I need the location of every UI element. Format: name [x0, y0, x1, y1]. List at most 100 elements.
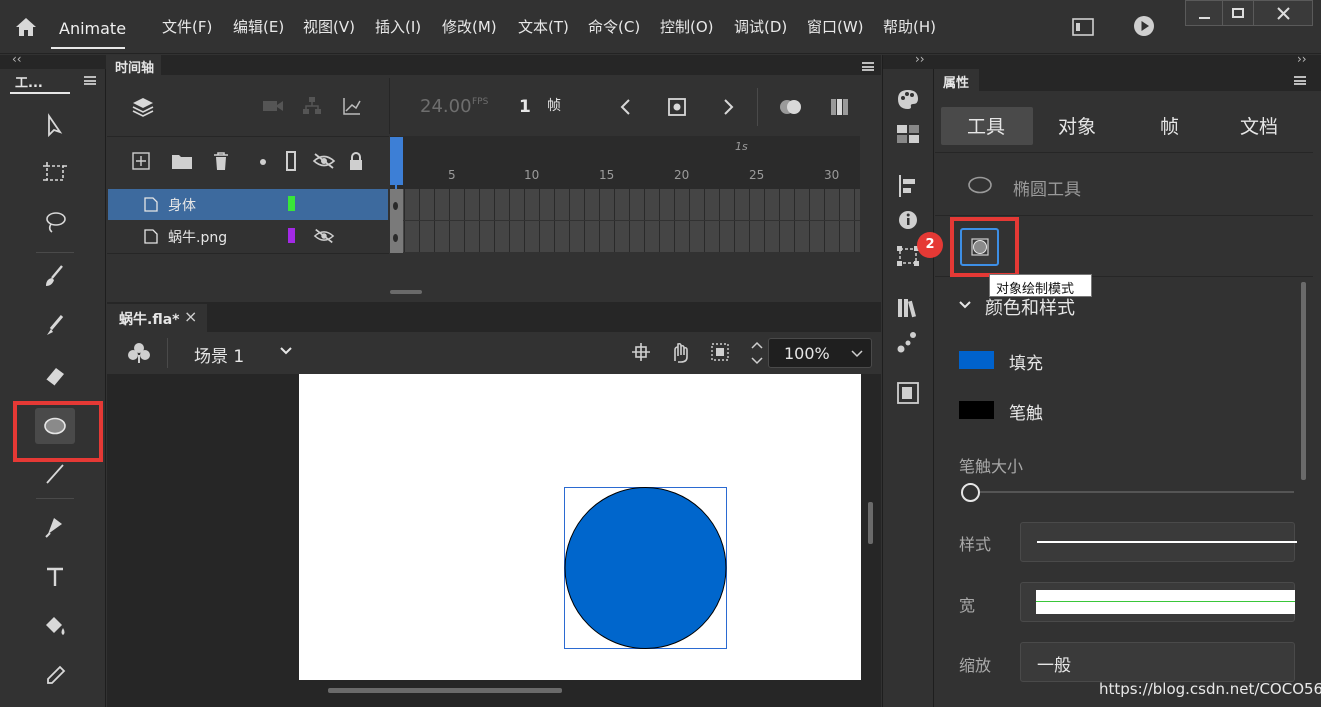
tab-object[interactable]: 对象: [1058, 112, 1096, 139]
transform-icon[interactable]: [896, 245, 920, 267]
playhead[interactable]: [390, 137, 403, 185]
clip-content-icon[interactable]: [710, 342, 730, 362]
layer-row[interactable]: 身体: [108, 189, 388, 220]
blue-circle-shape[interactable]: [564, 487, 727, 649]
edit-symbols-icon[interactable]: [127, 341, 151, 365]
camera-icon[interactable]: [262, 98, 284, 114]
fill-color-swatch[interactable]: [959, 351, 994, 369]
menu-window[interactable]: 窗口(W): [807, 16, 864, 37]
scale-select[interactable]: 一般: [1020, 642, 1295, 682]
layer-parenting-icon[interactable]: [302, 96, 322, 116]
document-tab[interactable]: 蜗牛.fla* ×: [107, 304, 207, 332]
app-name[interactable]: Animate: [59, 19, 126, 38]
dock-collapse-bar[interactable]: ››: [883, 52, 935, 69]
lasso-tool-icon[interactable]: [40, 207, 70, 237]
menu-insert[interactable]: 插入(I): [375, 16, 421, 37]
paint-bucket-tool-icon[interactable]: [40, 611, 70, 641]
eyedropper-tool-icon[interactable]: [40, 661, 70, 691]
keyframe-column[interactable]: [390, 189, 403, 253]
stroke-color-swatch[interactable]: [959, 401, 994, 419]
zoom-stepper[interactable]: [748, 337, 766, 369]
text-tool-icon[interactable]: [40, 562, 70, 592]
play-icon[interactable]: [1133, 15, 1155, 37]
layer-hidden-icon[interactable]: [313, 227, 335, 245]
menu-debug[interactable]: 调试(D): [734, 16, 787, 37]
line-tool-icon[interactable]: [40, 459, 70, 489]
delete-layer-icon[interactable]: [212, 151, 230, 171]
properties-tab[interactable]: 属性: [935, 69, 979, 91]
layer-color-swatch[interactable]: [288, 196, 295, 211]
menu-modify[interactable]: 修改(M): [442, 16, 497, 37]
edit-multiple-frames-icon[interactable]: [829, 97, 851, 117]
lock-layers-icon[interactable]: [347, 151, 365, 171]
workspace-icon[interactable]: [1072, 18, 1094, 36]
frame-row[interactable]: [390, 221, 860, 252]
scene-dropdown-icon[interactable]: [279, 346, 293, 356]
zoom-dropdown-icon[interactable]: [851, 350, 863, 358]
timeline-tab[interactable]: 时间轴: [107, 55, 161, 76]
color-palette-icon[interactable]: [896, 88, 920, 110]
new-folder-icon[interactable]: [171, 152, 193, 170]
stroke-size-slider-track[interactable]: [980, 491, 1294, 493]
highlight-layers-icon[interactable]: [260, 159, 266, 165]
info-icon[interactable]: [898, 210, 918, 230]
width-profile-select[interactable]: [1020, 582, 1295, 622]
stage-h-scrollbar[interactable]: [328, 688, 562, 693]
hide-layers-icon[interactable]: [312, 152, 336, 170]
stroke-style-select[interactable]: [1020, 522, 1297, 562]
selection-tool-icon[interactable]: [40, 111, 70, 141]
free-transform-tool-icon[interactable]: [40, 158, 70, 188]
frame-picker-icon[interactable]: [897, 382, 919, 404]
new-layer-icon[interactable]: [132, 152, 150, 170]
paint-brush-tool-icon[interactable]: [40, 261, 70, 291]
menu-view[interactable]: 视图(V): [303, 16, 355, 37]
tools-menu-icon[interactable]: [84, 76, 96, 85]
timeline-h-scrollbar[interactable]: [390, 290, 422, 294]
tools-collapse-bar[interactable]: ‹‹: [0, 52, 106, 69]
layer-row[interactable]: 蜗牛.png: [108, 221, 388, 252]
zoom-input[interactable]: 100%: [768, 338, 872, 368]
outline-layers-icon[interactable]: [286, 151, 296, 171]
insert-keyframe-icon[interactable]: [667, 97, 689, 117]
pen-tool-icon[interactable]: [40, 512, 70, 542]
layer-color-swatch[interactable]: [288, 228, 295, 243]
close-window-button[interactable]: [1253, 0, 1313, 26]
frame-ruler[interactable]: [390, 136, 860, 189]
rotate-stage-icon[interactable]: [669, 341, 693, 363]
properties-scrollbar[interactable]: [1301, 282, 1306, 480]
stage-v-scrollbar[interactable]: [868, 502, 873, 544]
previous-frame-icon[interactable]: [619, 98, 633, 116]
section-title[interactable]: 颜色和样式: [985, 294, 1075, 320]
menu-commands[interactable]: 命令(C): [588, 16, 640, 37]
frame-row[interactable]: [390, 189, 860, 220]
timeline-menu-icon[interactable]: [862, 62, 874, 71]
stroke-size-slider-thumb[interactable]: [961, 483, 980, 502]
next-frame-icon[interactable]: [721, 98, 735, 116]
graph-icon[interactable]: [342, 96, 362, 116]
menu-file[interactable]: 文件(F): [162, 16, 212, 37]
menu-edit[interactable]: 编辑(E): [233, 16, 284, 37]
tab-document[interactable]: 文档: [1240, 112, 1278, 139]
home-icon[interactable]: [14, 16, 38, 38]
scene-label[interactable]: 场景 1: [194, 342, 244, 367]
tab-tool-label[interactable]: 工具: [967, 112, 1005, 139]
menu-control[interactable]: 控制(O): [660, 16, 714, 37]
layers-icon[interactable]: [130, 95, 156, 119]
menu-help[interactable]: 帮助(H): [883, 16, 936, 37]
tab-frame[interactable]: 帧: [1160, 112, 1179, 139]
align-icon[interactable]: [898, 174, 918, 198]
brush-tool-icon[interactable]: [40, 311, 70, 341]
chevron-down-icon[interactable]: [957, 298, 973, 312]
center-stage-icon[interactable]: [631, 342, 651, 362]
properties-collapse-bar[interactable]: ››: [935, 52, 1321, 69]
library-icon[interactable]: [896, 297, 920, 319]
motion-presets-icon[interactable]: [896, 330, 920, 354]
document-close-icon[interactable]: ×: [184, 307, 197, 326]
maximize-button[interactable]: [1222, 0, 1254, 26]
minimize-button[interactable]: [1185, 0, 1223, 26]
eraser-tool-icon[interactable]: [40, 360, 70, 390]
current-frame[interactable]: 1: [519, 97, 531, 117]
fps-value[interactable]: 24.00: [420, 96, 472, 117]
properties-menu-icon[interactable]: [1294, 76, 1306, 85]
swatches-icon[interactable]: [896, 124, 920, 144]
